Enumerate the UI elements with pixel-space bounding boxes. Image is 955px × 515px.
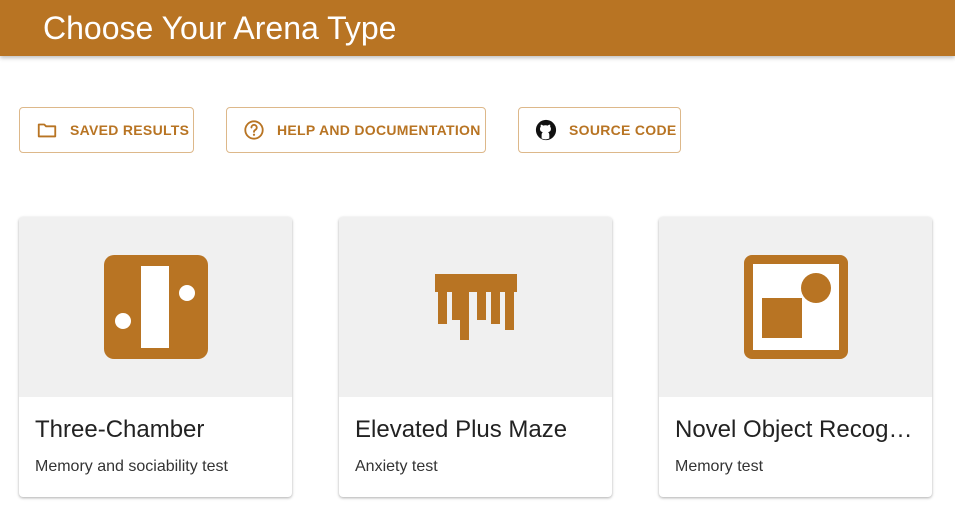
elevated-plus-maze-icon	[434, 274, 517, 340]
card-subtitle: Anxiety test	[355, 458, 438, 475]
card-subtitle: Memory test	[675, 458, 764, 475]
arena-card-three-chamber[interactable]: Three-Chamber Memory and sociability tes…	[19, 217, 292, 497]
saved-results-button[interactable]: SAVED RESULTS	[19, 107, 194, 153]
card-subtitle: Memory and sociability test	[35, 458, 228, 475]
card-media	[339, 217, 612, 397]
arena-card-novel-object-recognition[interactable]: Novel Object Recognition Memory test	[659, 217, 932, 497]
help-and-documentation-button[interactable]: HELP AND DOCUMENTATION	[226, 107, 486, 153]
folder-icon	[36, 119, 58, 141]
source-code-label: SOURCE CODE	[569, 122, 677, 138]
card-title: Three-Chamber	[35, 416, 205, 443]
arena-card-elevated-plus-maze[interactable]: Elevated Plus Maze Anxiety test	[339, 217, 612, 497]
three-chamber-icon	[103, 255, 208, 359]
card-title: Novel Object Recognition	[675, 416, 920, 443]
page-title: Choose Your Arena Type	[43, 10, 397, 46]
card-media	[19, 217, 292, 397]
source-code-button[interactable]: SOURCE CODE	[518, 107, 681, 153]
app-bar: Choose Your Arena Type	[0, 0, 955, 56]
github-icon	[535, 119, 557, 141]
saved-results-label: SAVED RESULTS	[70, 122, 190, 138]
card-title: Elevated Plus Maze	[355, 416, 568, 443]
help-circle-icon	[243, 119, 265, 141]
novel-object-recognition-icon	[743, 255, 848, 359]
help-and-documentation-label: HELP AND DOCUMENTATION	[277, 122, 481, 138]
card-media	[659, 217, 932, 397]
